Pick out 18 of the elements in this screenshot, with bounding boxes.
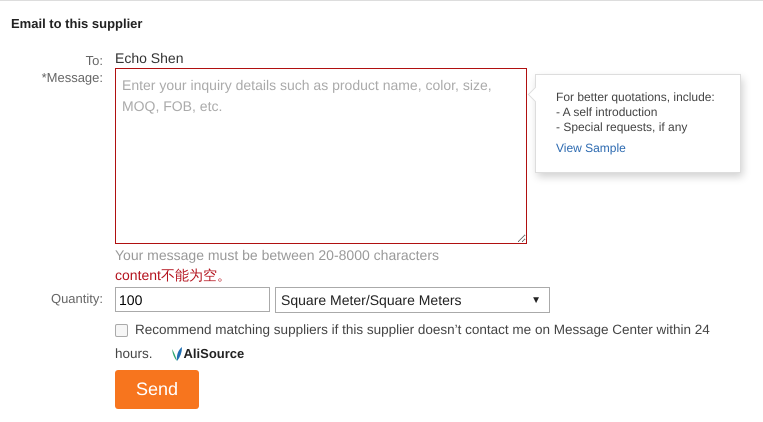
message-field[interactable]: Enter your inquiry details such as product name, color, size, MOQ, FOB, etc. bbox=[115, 68, 527, 244]
alisource-logo: AliSource bbox=[170, 342, 244, 366]
recipient-name: Echo Shen bbox=[115, 49, 184, 68]
tooltip-text: - Special requests, if any bbox=[556, 120, 688, 135]
unit-dropdown[interactable]: Square Meter/Square Meters ▼ bbox=[275, 287, 550, 313]
quantity-label: Quantity: bbox=[50, 290, 104, 306]
message-label: *Message: bbox=[40, 69, 104, 85]
recommend-label: hours. bbox=[115, 345, 153, 363]
to-label: To: bbox=[84, 52, 104, 70]
tooltip-text: For better quotations, include: bbox=[556, 90, 716, 105]
recommend-checkbox[interactable] bbox=[115, 324, 128, 336]
message-hint: Your message must be between 20-8000 characters bbox=[115, 247, 440, 264]
error-message: content不能为空。 bbox=[115, 267, 232, 284]
recommend-label: Recommend matching suppliers if this supplier doesn’t contact me on Message Center within 24 bbox=[135, 321, 710, 339]
view-sample-link[interactable]: View Sample bbox=[556, 141, 626, 156]
section-title: Email to this supplier bbox=[11, 16, 144, 31]
tooltip-text: - A self introduction bbox=[556, 105, 658, 120]
quantity-field[interactable]: 100 bbox=[115, 287, 270, 312]
